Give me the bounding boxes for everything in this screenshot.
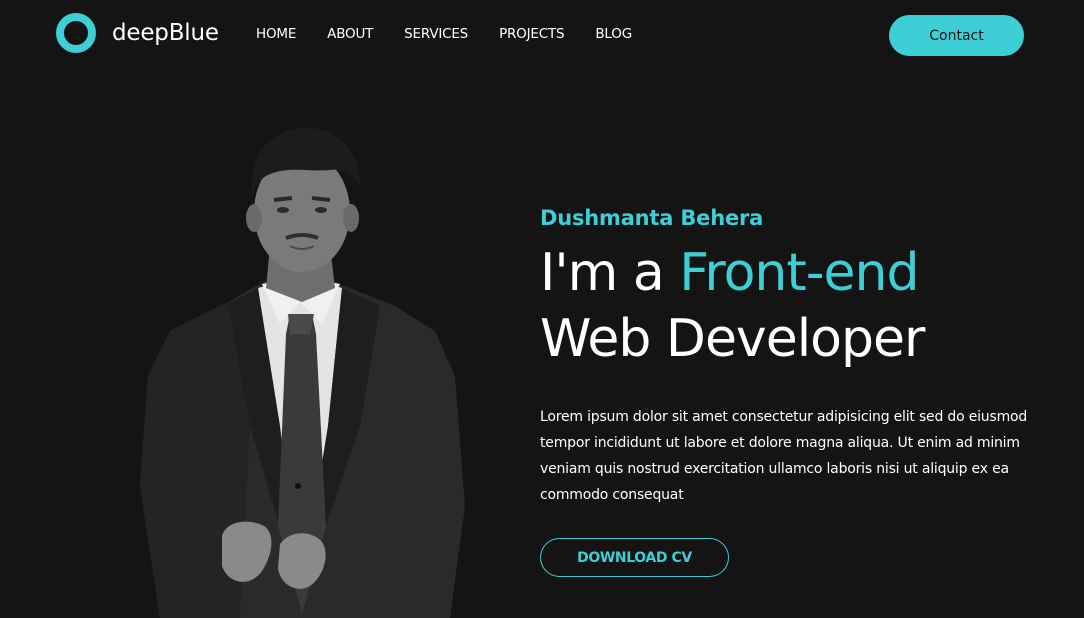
- logo[interactable]: deepBlue: [56, 13, 219, 53]
- main-nav: HOME ABOUT SERVICES PROJECTS BLOG: [256, 26, 632, 42]
- hero-headline: I'm a Front-end Web Developer: [540, 240, 1040, 372]
- hero-section: Dushmanta Behera I'm a Front-end Web Dev…: [540, 206, 1040, 577]
- nav-projects[interactable]: PROJECTS: [499, 26, 565, 42]
- headline-accent: Front-end: [679, 243, 919, 303]
- nav-home[interactable]: HOME: [256, 26, 296, 42]
- nav-about[interactable]: ABOUT: [327, 26, 373, 42]
- nav-blog[interactable]: BLOG: [595, 26, 632, 42]
- download-cv-button[interactable]: DOWNLOAD CV: [540, 538, 729, 577]
- profile-photo: [140, 127, 465, 618]
- ring-logo-icon: [56, 13, 96, 53]
- logo-text: deepBlue: [112, 20, 219, 46]
- hero-name: Dushmanta Behera: [540, 206, 764, 230]
- nav-services[interactable]: SERVICES: [404, 26, 468, 42]
- headline-line2: Web Developer: [540, 309, 925, 369]
- page: deepBlue HOME ABOUT SERVICES PROJECTS BL…: [0, 0, 1084, 618]
- headline-prefix: I'm a: [540, 243, 680, 303]
- contact-button[interactable]: Contact: [889, 15, 1024, 56]
- hero-description: Lorem ipsum dolor sit amet consectetur a…: [540, 409, 1028, 503]
